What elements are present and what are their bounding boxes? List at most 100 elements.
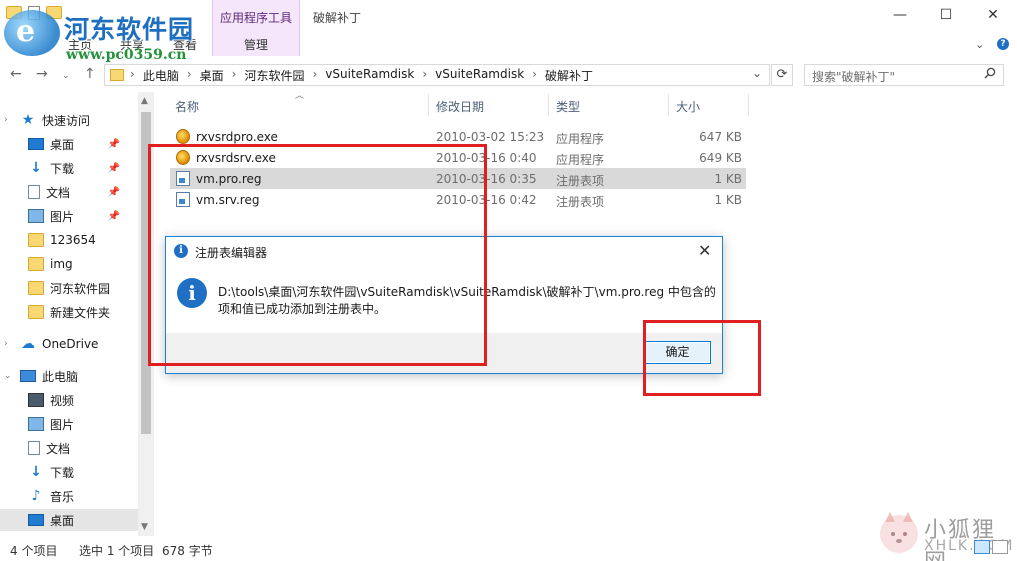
ribbon-expand-icon[interactable]: ⌄ <box>975 38 984 51</box>
search-placeholder: 搜索"破解补丁" <box>812 70 896 84</box>
file-name: rxvsrdpro.exe <box>196 130 278 144</box>
sidebar-item-folder[interactable]: 新建文件夹 <box>0 301 138 323</box>
chevron-right-icon[interactable]: › <box>126 67 139 84</box>
sidebar-item-label: 桌面 <box>50 137 75 152</box>
file-size: 649 KB <box>699 151 742 165</box>
sidebar-item-label: 图片 <box>50 209 75 224</box>
breadcrumb-item[interactable]: 此电脑 <box>139 67 183 84</box>
sidebar-item-label: 文档 <box>46 441 71 456</box>
fox-logo-icon <box>880 512 918 553</box>
sidebar-item-documents[interactable]: 文档 <box>0 437 138 459</box>
sidebar-item-pictures[interactable]: 图片 📌 <box>0 205 138 227</box>
sidebar-item-pictures[interactable]: 图片 <box>0 413 138 435</box>
large-icons-view-icon[interactable] <box>992 540 1008 554</box>
tab-manage[interactable]: 管理 <box>244 36 268 53</box>
minimize-button[interactable]: — <box>888 4 912 26</box>
breadcrumb-item[interactable]: vSuiteRamdisk <box>321 67 418 84</box>
picture-icon <box>28 209 44 223</box>
chevron-right-icon[interactable]: › <box>228 67 241 84</box>
column-header-size[interactable]: 大小 <box>676 98 700 115</box>
exe-icon <box>176 129 190 144</box>
navigation-pane: › ★ 快速访问 桌面 📌 ↓ 下载 📌 文档 📌 图片 📌 123654 im… <box>0 92 152 532</box>
breadcrumb-item[interactable]: 桌面 <box>196 67 228 84</box>
chevron-right-icon[interactable]: › <box>528 67 541 84</box>
scroll-up-icon[interactable]: ▲ <box>141 96 148 106</box>
breadcrumb-item[interactable]: 河东软件园 <box>240 67 308 84</box>
video-icon <box>28 393 44 407</box>
help-icon[interactable]: ? <box>997 38 1009 50</box>
recent-locations-icon[interactable]: ⌄ <box>62 71 70 81</box>
desktop-icon <box>28 514 44 526</box>
sidebar-item-documents[interactable]: 文档 📌 <box>0 181 138 203</box>
close-icon[interactable]: ✕ <box>698 241 711 260</box>
sidebar-item-label: 视频 <box>50 393 75 408</box>
sidebar-item-folder[interactable]: img <box>0 253 138 275</box>
pin-icon[interactable]: 📌 <box>108 139 120 150</box>
sidebar-item-music[interactable]: ♪ 音乐 <box>0 485 138 507</box>
folder-icon <box>28 281 44 295</box>
column-divider[interactable] <box>548 94 549 116</box>
folder-icon <box>28 305 44 319</box>
sidebar-item-onedrive[interactable]: › ☁ OneDrive <box>4 333 138 355</box>
refresh-button[interactable]: ⟳ <box>771 64 793 86</box>
star-icon: ★ <box>21 112 35 128</box>
expand-icon[interactable]: ⌄ <box>4 371 12 381</box>
breadcrumb-item[interactable]: vSuiteRamdisk <box>431 67 528 84</box>
sidebar-item-downloads[interactable]: ↓ 下载 <box>0 461 138 483</box>
sidebar-item-label: 音乐 <box>50 489 75 504</box>
sidebar-item-folder[interactable]: 123654 <box>0 229 138 251</box>
sidebar-item-label: 快速访问 <box>42 113 91 128</box>
pin-icon[interactable]: 📌 <box>108 187 120 198</box>
address-dropdown-icon[interactable]: ⌄ <box>752 66 762 80</box>
forward-arrow-icon[interactable]: → <box>36 66 48 82</box>
maximize-button[interactable]: ☐ <box>934 4 958 26</box>
sidebar-item-label: 图片 <box>50 417 75 432</box>
close-button[interactable]: ✕ <box>981 4 1005 26</box>
folder-icon <box>28 257 44 271</box>
sidebar-item-label: 下载 <box>50 161 75 176</box>
expand-icon[interactable]: › <box>4 339 8 349</box>
chevron-right-icon[interactable]: › <box>308 67 321 84</box>
computer-icon <box>20 370 36 382</box>
chevron-right-icon[interactable]: › <box>183 67 196 84</box>
sidebar-item-label: 桌面 <box>50 513 75 528</box>
pin-icon[interactable]: 📌 <box>108 163 120 174</box>
expand-icon[interactable]: › <box>4 115 8 125</box>
annotation-box <box>148 144 487 366</box>
sidebar-item-videos[interactable]: 视频 <box>0 389 138 411</box>
sort-ascending-icon: ︿ <box>295 91 305 101</box>
file-type: 应用程序 <box>556 132 605 146</box>
column-header-name[interactable]: 名称 <box>175 98 199 115</box>
column-divider[interactable] <box>748 94 749 116</box>
sidebar-item-this-pc[interactable]: ⌄ 此电脑 <box>4 365 138 387</box>
pin-icon[interactable]: 📌 <box>108 211 120 222</box>
chevron-right-icon[interactable]: › <box>418 67 431 84</box>
watermark-site-name: 河东软件园 <box>64 15 195 44</box>
sidebar-item-label: 123654 <box>50 233 96 247</box>
column-header-date[interactable]: 修改日期 <box>436 98 484 115</box>
annotation-box <box>643 320 761 396</box>
sidebar-item-label: 此电脑 <box>42 369 79 384</box>
sidebar-item-desktop[interactable]: 桌面 <box>0 509 138 531</box>
search-icon[interactable] <box>984 67 996 79</box>
file-type: 注册表项 <box>556 174 605 188</box>
document-icon <box>28 185 40 199</box>
breadcrumb-item[interactable]: 破解补丁 <box>541 67 597 84</box>
column-divider[interactable] <box>428 94 429 116</box>
up-arrow-icon[interactable]: ↑ <box>84 66 96 82</box>
sidebar-item-folder[interactable]: 河东软件园 <box>0 277 138 299</box>
music-icon: ♪ <box>31 488 41 504</box>
address-folder-icon <box>110 69 124 81</box>
sidebar-item-label: 下载 <box>50 465 75 480</box>
sidebar-item-downloads[interactable]: ↓ 下载 📌 <box>0 157 138 179</box>
status-selection: 选中 1 个项目 <box>79 544 155 558</box>
details-view-icon[interactable] <box>974 540 990 554</box>
breadcrumb: › 此电脑 › 桌面 › 河东软件园 › vSuiteRamdisk › vSu… <box>126 67 597 84</box>
file-size: 647 KB <box>699 130 742 144</box>
column-header-type[interactable]: 类型 <box>556 98 580 115</box>
scroll-down-icon[interactable]: ▼ <box>141 522 148 532</box>
back-arrow-icon[interactable]: ← <box>10 66 22 82</box>
sidebar-item-desktop[interactable]: 桌面 📌 <box>0 133 138 155</box>
sidebar-item-quick-access[interactable]: › ★ 快速访问 <box>4 109 138 131</box>
column-divider[interactable] <box>668 94 669 116</box>
